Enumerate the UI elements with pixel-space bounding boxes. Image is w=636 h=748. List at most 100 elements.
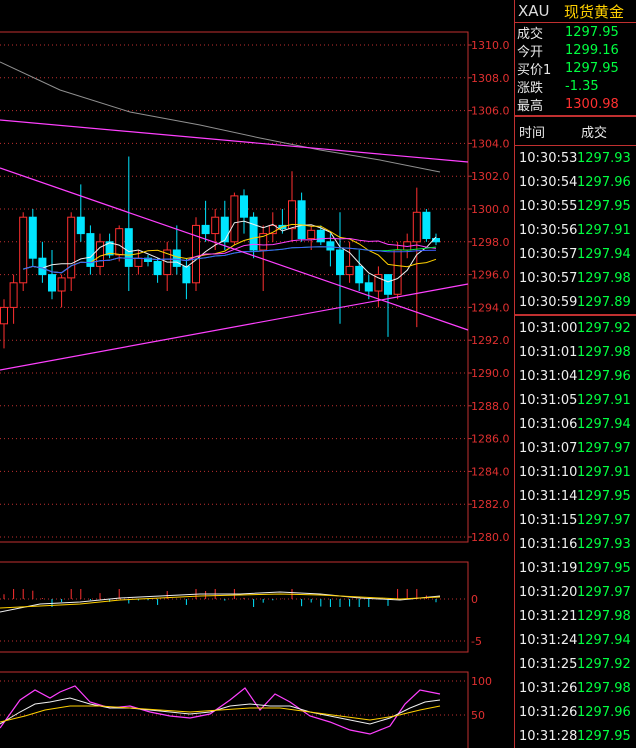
tick-time: 10:30:54 xyxy=(519,174,578,190)
instrument-name: 现货黄金 xyxy=(564,2,625,21)
candle-body xyxy=(201,224,210,235)
price-axis-label: 1304.0 xyxy=(471,137,510,150)
candle-body xyxy=(0,306,8,325)
candle-body xyxy=(153,260,162,276)
tick-row: 10:30:54 1297.96 xyxy=(515,170,636,194)
tick-row: 10:31:01 1297.98 xyxy=(515,340,636,364)
tick-row: 10:30:57 1297.94 xyxy=(515,242,636,266)
quote-label: 涨跌 xyxy=(517,80,544,96)
tick-time: 10:31:14 xyxy=(519,488,578,504)
candle-body xyxy=(297,200,306,240)
candle-body xyxy=(326,241,335,251)
tick-row: 10:31:04 1297.96 xyxy=(515,364,636,388)
candle-body xyxy=(67,216,76,279)
tick-time: 10:31:16 xyxy=(519,536,578,552)
tick-time: 10:30:59 xyxy=(519,294,578,310)
tick-time: 10:31:26 xyxy=(519,704,578,720)
tick-row: 10:30:57 1297.98 xyxy=(515,266,636,290)
price-axis-label: 1302.0 xyxy=(471,170,510,183)
candle-body xyxy=(307,229,316,240)
tick-price: 1297.98 xyxy=(577,344,631,360)
candle-body xyxy=(211,216,220,235)
tick-row: 10:31:07 1297.97 xyxy=(515,436,636,460)
quote-value: 1299.16 xyxy=(565,42,619,58)
tick-time: 10:31:04 xyxy=(519,368,578,384)
tick-price: 1297.92 xyxy=(577,320,631,336)
tick-price: 1297.95 xyxy=(577,560,631,576)
kdj-k-line xyxy=(0,697,441,725)
tick-time: 10:31:21 xyxy=(519,608,578,624)
candle-body xyxy=(28,216,37,259)
candle-body xyxy=(134,257,143,267)
ticks-list[interactable]: 10:30:53 1297.93 10:30:54 1297.96 10:30:55 12… xyxy=(515,146,636,748)
candle-body xyxy=(412,211,421,243)
tick-row: 10:30:55 1297.95 xyxy=(515,194,636,218)
candle-body xyxy=(364,282,373,292)
candle-body xyxy=(422,211,431,240)
tick-price: 1297.92 xyxy=(577,656,631,672)
price-axis-label: 1290.0 xyxy=(471,367,510,380)
tick-price: 1297.94 xyxy=(577,246,631,262)
tick-time: 10:31:15 xyxy=(519,512,578,528)
quote-value: 1297.95 xyxy=(565,60,619,76)
quote-value: 1297.95 xyxy=(565,24,619,40)
tick-price: 1297.94 xyxy=(577,632,631,648)
tick-row: 10:31:24 1297.94 xyxy=(515,628,636,652)
tick-price: 1297.91 xyxy=(577,392,631,408)
kdj-axis-label: 100 xyxy=(471,675,492,688)
tick-price: 1297.89 xyxy=(577,294,631,310)
candle-body xyxy=(115,228,124,256)
tick-price: 1297.93 xyxy=(577,150,631,166)
ma20-line xyxy=(23,237,437,274)
candle-body xyxy=(76,216,85,235)
ticks-price-header: 成交 xyxy=(581,125,608,141)
tick-row: 10:31:20 1297.97 xyxy=(515,580,636,604)
tick-price: 1297.98 xyxy=(577,270,631,286)
price-axis-label: 1308.0 xyxy=(471,72,510,85)
tick-time: 10:31:28 xyxy=(519,728,578,744)
ma60-line xyxy=(23,246,437,274)
candle-body xyxy=(124,228,133,267)
tick-time: 10:30:53 xyxy=(519,150,578,166)
candle-body xyxy=(182,265,191,284)
panel-header: XAU 现货黄金 xyxy=(515,0,636,23)
quote-block: 成交 1297.95 今开 1299.16 买价1 1297.95 涨跌 -1.… xyxy=(515,23,636,117)
candle-body xyxy=(38,257,47,276)
tick-price: 1297.98 xyxy=(577,680,631,696)
tick-row: 10:31:06 1297.94 xyxy=(515,412,636,436)
tick-price: 1297.95 xyxy=(577,488,631,504)
tick-row: 10:31:14 1297.95 xyxy=(515,484,636,508)
tick-time: 10:30:56 xyxy=(519,222,578,238)
tick-price: 1297.97 xyxy=(577,440,631,456)
quote-row-high: 最高 1300.98 xyxy=(515,95,636,114)
quote-label: 今开 xyxy=(517,44,544,60)
tick-price: 1297.97 xyxy=(577,512,631,528)
tick-row: 10:31:19 1297.95 xyxy=(515,556,636,580)
trendline-upper xyxy=(0,119,469,163)
tick-row: 10:31:16 1297.93 xyxy=(515,532,636,556)
tick-time: 10:30:57 xyxy=(519,246,578,262)
candle-body xyxy=(345,265,354,276)
tick-price: 1297.95 xyxy=(577,198,631,214)
price-axis-label: 1296.0 xyxy=(471,269,510,282)
quote-panel: XAU 现货黄金 成交 1297.95 今开 1299.16 买价1 1297.… xyxy=(514,0,636,748)
candle-body xyxy=(96,241,104,267)
price-axis-label: 1292.0 xyxy=(471,334,510,347)
tick-price: 1297.97 xyxy=(577,584,631,600)
chart-area[interactable]: 1310.0 1308.0 1306.0 1304.0 1302.0 1300.0 1298… xyxy=(0,0,514,748)
macd-panel-frame xyxy=(0,561,469,653)
price-axis-label: 1282.0 xyxy=(471,498,510,511)
price-axis-label: 1306.0 xyxy=(471,105,510,118)
long-ma-line xyxy=(0,61,441,173)
tick-time: 10:31:26 xyxy=(519,680,578,696)
tick-time: 10:31:19 xyxy=(519,560,578,576)
candle-body xyxy=(393,249,402,295)
price-axis-label: 1298.0 xyxy=(471,236,510,249)
tick-row: 10:31:26 1297.96 xyxy=(515,700,636,724)
tick-time: 10:31:07 xyxy=(519,440,578,456)
tick-price: 1297.91 xyxy=(577,222,631,238)
quote-label: 成交 xyxy=(517,26,544,42)
chart-svg[interactable]: 1310.0 1308.0 1306.0 1304.0 1302.0 1300.0 1298… xyxy=(0,0,514,748)
tick-row: 10:30:53 1297.93 xyxy=(515,146,636,170)
candle-body xyxy=(172,249,181,267)
